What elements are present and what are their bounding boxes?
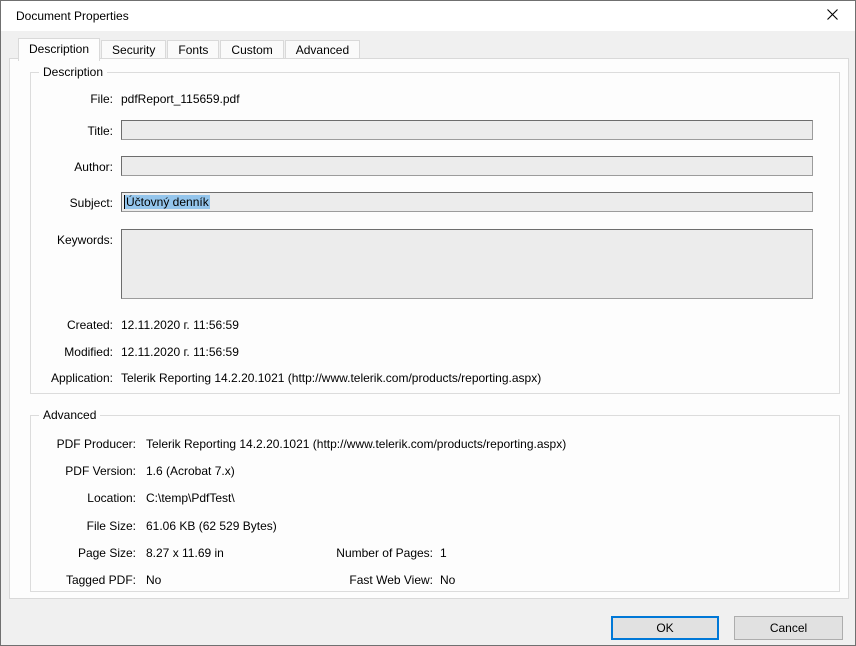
file-size-label: File Size: (86, 519, 136, 533)
tab-label: Advanced (295, 42, 350, 57)
tab-label: Custom (231, 42, 273, 57)
tab-label: Description (29, 42, 90, 56)
advanced-group-legend: Advanced (39, 408, 101, 422)
window-title: Document Properties (16, 9, 129, 23)
fast-web-view-label: Fast Web View: (349, 573, 433, 587)
document-properties-dialog: Document Properties Description Security… (0, 0, 856, 646)
tab-description[interactable]: Description (18, 38, 101, 61)
pdf-producer-label: PDF Producer: (56, 437, 136, 451)
subject-selected-text: Účtovný denník (125, 195, 210, 209)
tagged-pdf-value: No (146, 573, 162, 587)
created-value: 12.11.2020 г. 11:56:59 (121, 318, 239, 332)
tab-advanced[interactable]: Advanced (284, 40, 361, 59)
close-button[interactable] (809, 1, 855, 31)
page-size-label: Page Size: (77, 546, 136, 560)
pdf-producer-value: Telerik Reporting 14.2.20.1021 (http://w… (146, 437, 567, 451)
application-label: Application: (50, 371, 113, 385)
created-label: Created: (66, 318, 113, 332)
subject-input[interactable]: Účtovný denník (121, 192, 813, 212)
description-tab-page: Description File: pdfReport_115659.pdf T… (9, 58, 849, 599)
tab-label: Fonts (178, 42, 209, 57)
author-label: Author: (74, 160, 113, 174)
close-icon (826, 9, 838, 23)
tab-security[interactable]: Security (101, 40, 167, 59)
subject-label: Subject: (69, 196, 113, 210)
location-value: C:\temp\PdfTest\ (146, 491, 235, 505)
location-label: Location: (87, 491, 136, 505)
description-group-legend: Description (39, 65, 108, 79)
pdf-version-value: 1.6 (Acrobat 7.x) (146, 464, 235, 478)
description-group: Description File: pdfReport_115659.pdf T… (30, 65, 840, 394)
tab-fonts[interactable]: Fonts (167, 40, 220, 59)
file-label: File: (90, 92, 113, 106)
keywords-label: Keywords: (56, 233, 113, 247)
tab-label: Security (112, 42, 156, 57)
file-value: pdfReport_115659.pdf (121, 92, 240, 106)
modified-label: Modified: (64, 345, 113, 359)
title-input[interactable] (121, 120, 813, 140)
titlebar: Document Properties (1, 1, 855, 31)
application-value: Telerik Reporting 14.2.20.1021 (http://w… (121, 371, 542, 385)
keywords-input[interactable] (121, 229, 813, 299)
ok-button[interactable]: OK (611, 616, 719, 640)
fast-web-view-value: No (440, 573, 456, 587)
cancel-button[interactable]: Cancel (734, 616, 843, 640)
page-size-value: 8.27 x 11.69 in (146, 546, 224, 560)
number-of-pages-value: 1 (440, 546, 447, 560)
author-input[interactable] (121, 156, 813, 176)
title-label: Title: (87, 124, 113, 138)
tab-strip: Description Security Fonts Custom Advanc… (18, 37, 361, 61)
number-of-pages-label: Number of Pages: (336, 546, 433, 560)
tagged-pdf-label: Tagged PDF: (65, 573, 136, 587)
advanced-group: Advanced PDF Producer: Telerik Reporting… (30, 408, 840, 592)
pdf-version-label: PDF Version: (65, 464, 136, 478)
tab-custom[interactable]: Custom (220, 40, 284, 59)
file-size-value: 61.06 KB (62 529 Bytes) (146, 519, 277, 533)
modified-value: 12.11.2020 г. 11:56:59 (121, 345, 239, 359)
